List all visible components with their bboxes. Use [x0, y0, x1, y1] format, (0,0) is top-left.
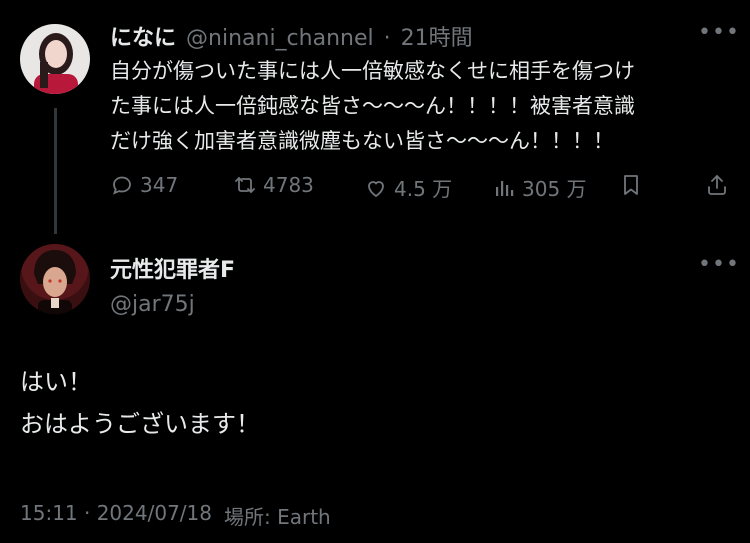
reply-header: 元性犯罪者F @jar75j [110, 252, 235, 317]
repost-count: 4783 [263, 173, 314, 197]
like-action[interactable]: 4.5 万 [364, 173, 452, 202]
more-icon: ••• [698, 252, 740, 277]
more-icon: ••• [698, 20, 740, 45]
heart-icon [368, 180, 384, 197]
reply-more-button[interactable]: ••• [698, 252, 740, 277]
reply-action[interactable]: 347 [110, 173, 178, 197]
reply-count: 347 [140, 173, 179, 197]
analytics-icon [496, 180, 514, 196]
share-action[interactable] [705, 173, 735, 197]
views-action[interactable]: 305 万 [492, 173, 587, 202]
reply-handle[interactable]: @jar75j [110, 292, 235, 317]
post-meta: 15:11 · 2024/07/18 場所: Earth [20, 501, 331, 530]
views-count: 305 万 [522, 177, 587, 201]
like-count: 4.5 万 [394, 177, 453, 201]
post-location: 場所: Earth [223, 505, 331, 529]
parent-text-line: た事には人一倍鈍感な皆さ〜〜〜ん！！！！被害者意識 [110, 94, 635, 118]
parent-display-name[interactable]: になに [110, 20, 176, 52]
reply-icon [113, 176, 131, 195]
reply-text-line: はい！ [20, 368, 92, 396]
parent-more-button[interactable]: ••• [698, 20, 740, 45]
bookmark-action[interactable] [619, 173, 649, 197]
parent-text-line: 自分が傷ついた事には人一倍敏感なくせに相手を傷つけ [110, 59, 635, 83]
reply-post-text: はい！ おはようございます！ [20, 361, 260, 445]
thread-connector [54, 108, 57, 234]
reply-avatar[interactable] [20, 244, 90, 314]
parent-header: になに @ninani_channel · 21時間 [110, 20, 473, 52]
parent-avatar[interactable] [20, 24, 90, 94]
reply-display-name[interactable]: 元性犯罪者F [110, 252, 235, 284]
parent-post-time[interactable]: 21時間 [401, 20, 473, 52]
bookmark-icon [624, 175, 638, 195]
parent-post-text: 自分が傷ついた事には人一倍敏感なくせに相手を傷つけ た事には人一倍鈍感な皆さ〜〜… [110, 54, 635, 159]
header-separator: · [383, 26, 391, 51]
post-timestamp[interactable]: 15:11 · 2024/07/18 [20, 501, 212, 530]
share-icon [708, 175, 726, 195]
repost-action[interactable]: 4783 [233, 173, 314, 197]
parent-handle[interactable]: @ninani_channel [186, 26, 374, 51]
reply-text-line: おはようございます！ [20, 410, 260, 438]
repost-icon [235, 177, 255, 193]
parent-text-line: だけ強く加害者意識微塵もない皆さ〜〜〜ん！！！！ [110, 129, 614, 153]
